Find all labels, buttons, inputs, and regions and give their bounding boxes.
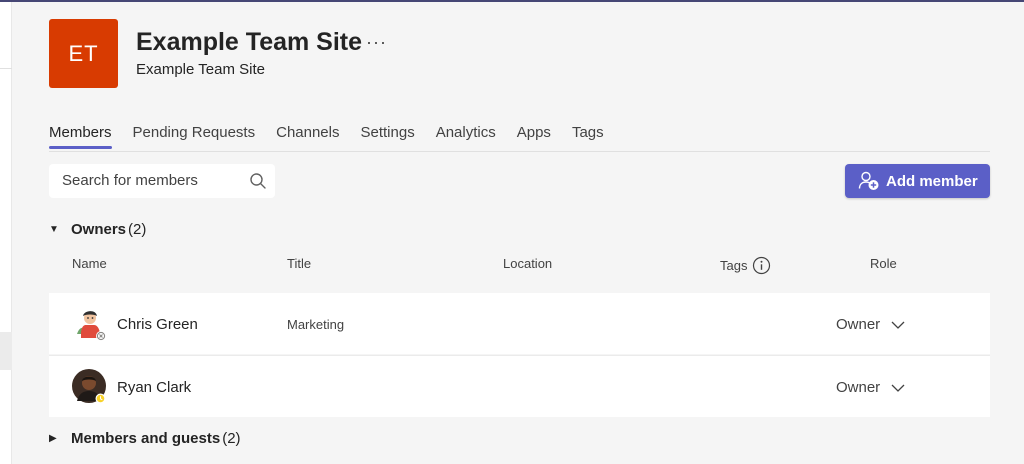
tab-pending-requests[interactable]: Pending Requests: [133, 124, 256, 149]
member-name: Ryan Clark: [117, 379, 192, 396]
avatar: [72, 369, 106, 404]
members-guests-count: (2): [222, 430, 241, 447]
chevron-down-icon[interactable]: [890, 317, 906, 333]
team-subtitle: Example Team Site: [136, 61, 265, 78]
tab-channels[interactable]: Channels: [276, 124, 339, 149]
caret-right-icon: ▶: [49, 433, 57, 444]
tab-bar: Members Pending Requests Channels Settin…: [49, 124, 625, 149]
team-avatar: ET: [49, 19, 118, 88]
member-name: Chris Green: [117, 316, 198, 333]
rail-divider: [0, 68, 12, 69]
search-icon[interactable]: [249, 172, 267, 190]
member-row[interactable]: Ryan Clark Owner: [49, 356, 990, 417]
add-member-button[interactable]: Add member: [845, 164, 990, 198]
top-accent-bar: [0, 0, 1024, 2]
chevron-down-icon[interactable]: [890, 380, 906, 396]
role-dropdown[interactable]: Owner: [836, 379, 880, 396]
column-header-location: Location: [503, 256, 553, 271]
tab-analytics[interactable]: Analytics: [436, 124, 496, 149]
left-rail: [0, 2, 12, 464]
tabs-divider: [49, 151, 990, 152]
owners-title: Owners: [71, 221, 127, 238]
avatar: [72, 306, 106, 341]
tab-settings[interactable]: Settings: [361, 124, 415, 149]
rail-selection-marker: [0, 332, 12, 370]
team-title: Example Team Site: [136, 28, 363, 56]
column-header-role: Role: [870, 256, 897, 271]
tab-members[interactable]: Members: [49, 124, 112, 149]
more-options-icon[interactable]: ···: [366, 32, 387, 53]
tab-apps[interactable]: Apps: [517, 124, 551, 149]
caret-down-icon: ▼: [49, 224, 59, 235]
search-placeholder: Search for members: [62, 172, 198, 189]
members-guests-title: Members and guests: [71, 430, 221, 447]
column-header-tags: Tags: [720, 258, 748, 273]
add-person-icon: [858, 171, 879, 190]
column-header-name: Name: [72, 256, 107, 271]
role-dropdown[interactable]: Owner: [836, 316, 880, 333]
member-title: Marketing: [287, 317, 345, 332]
search-input[interactable]: Search for members: [49, 164, 275, 198]
info-icon[interactable]: [752, 256, 771, 275]
member-row[interactable]: Chris Green Marketing Owner: [49, 293, 990, 354]
column-header-title: Title: [287, 256, 312, 271]
add-member-label: Add member: [886, 172, 978, 190]
members-guests-section-toggle[interactable]: ▶ Members and guests (2): [49, 430, 241, 447]
tab-tags[interactable]: Tags: [572, 124, 604, 149]
owners-section-toggle[interactable]: ▼ Owners (2): [49, 221, 146, 238]
owners-count: (2): [128, 221, 147, 238]
